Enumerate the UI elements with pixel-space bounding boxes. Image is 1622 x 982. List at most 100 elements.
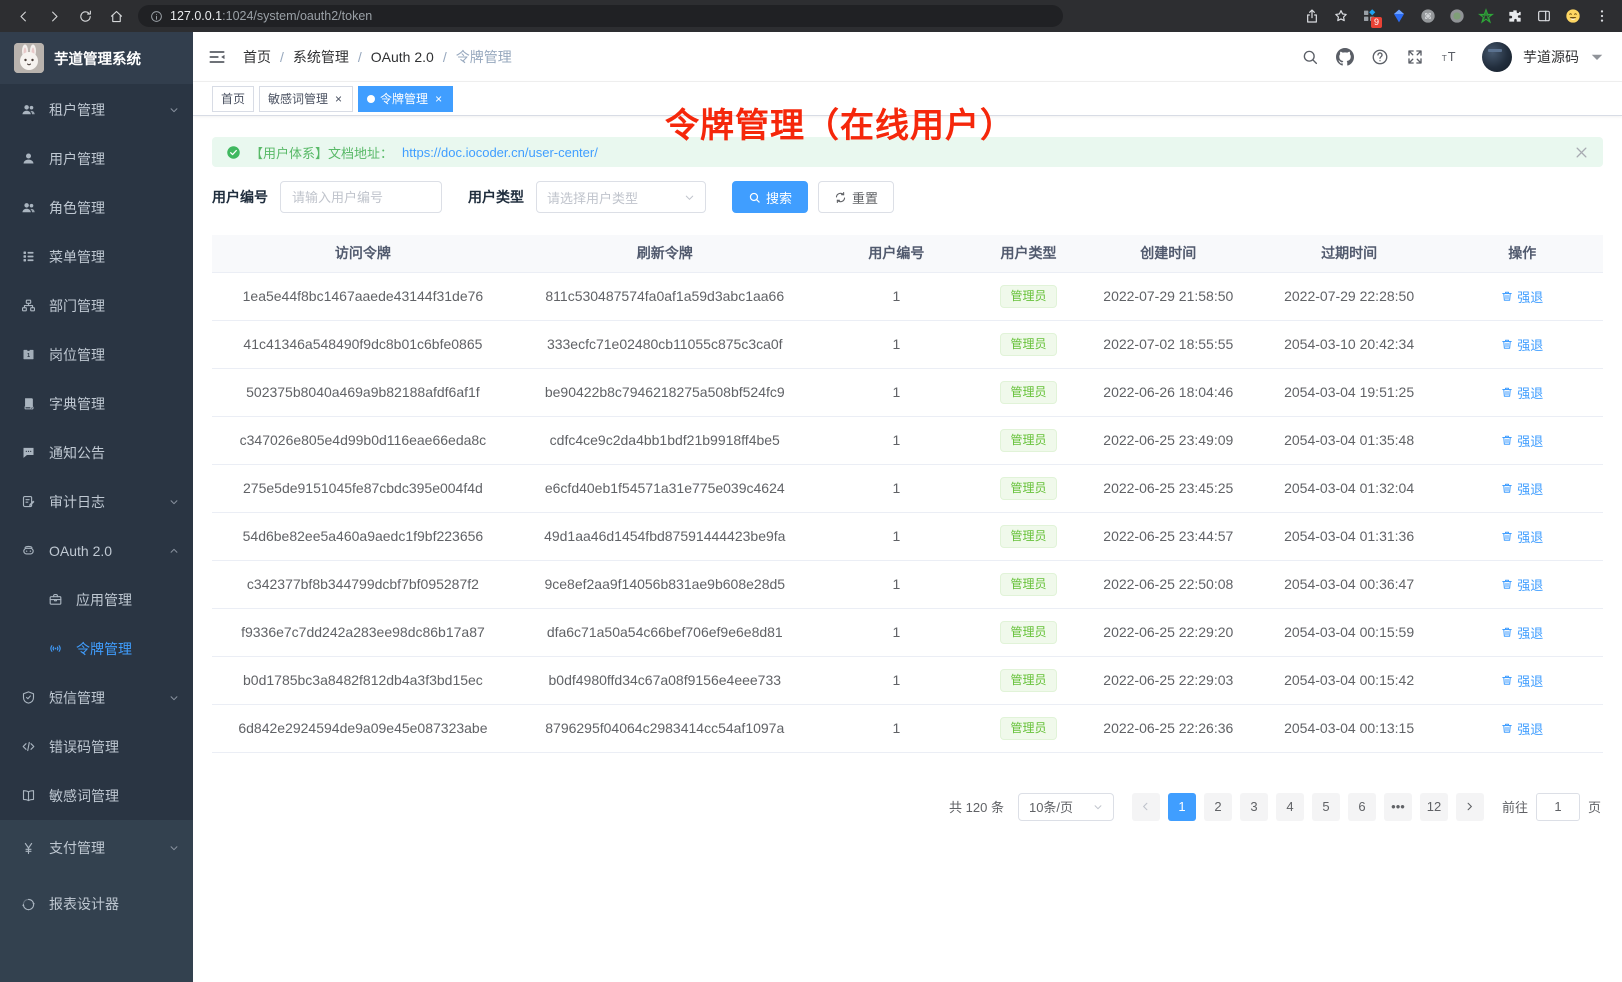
page-button-3[interactable]: 3 xyxy=(1240,793,1268,821)
star-green-icon[interactable] xyxy=(1478,8,1494,24)
goto-page-input[interactable] xyxy=(1536,793,1580,821)
reset-button[interactable]: 重置 xyxy=(818,181,894,213)
record-circle-icon[interactable] xyxy=(1449,8,1465,24)
page-button-5[interactable]: 5 xyxy=(1312,793,1340,821)
search-icon[interactable] xyxy=(1301,48,1319,66)
menu-dots-icon[interactable] xyxy=(1594,8,1610,24)
back-icon[interactable] xyxy=(16,9,31,24)
address-bar[interactable]: 127.0.0.1:1024/system/oauth2/token xyxy=(138,5,1063,27)
sidebar-item-label: 审计日志 xyxy=(49,492,156,512)
user-avatar[interactable] xyxy=(1482,42,1512,72)
robot-icon xyxy=(21,543,36,558)
browser-toolbar-icons: 9⌘ xyxy=(1304,8,1612,24)
extensions-button[interactable]: 9 xyxy=(1362,8,1378,24)
reload-icon[interactable] xyxy=(78,9,93,24)
page-size-select[interactable]: 10条/页 xyxy=(1018,793,1114,821)
tab-首页[interactable]: 首页 xyxy=(212,86,254,112)
action-cell: 强退 xyxy=(1442,416,1603,464)
fullscreen-icon[interactable] xyxy=(1406,48,1424,66)
split-view-icon[interactable] xyxy=(1536,8,1552,24)
chevron-down-icon xyxy=(169,693,179,703)
help-icon[interactable] xyxy=(1371,48,1389,66)
sidebar-item-dict[interactable]: 字典管理 xyxy=(0,379,193,428)
alert-banner: 【用户体系】文档地址： https://doc.iocoder.cn/user-… xyxy=(212,137,1603,167)
page-button-...[interactable]: ••• xyxy=(1384,793,1412,821)
sidebar-item-tenant[interactable]: 租户管理 xyxy=(0,85,193,134)
pagination: 共 120 条 10条/页 123456•••12 前往 页 xyxy=(214,793,1601,821)
breadcrumb-item[interactable]: 首页 xyxy=(243,47,271,67)
sidebar-item-menu[interactable]: 菜单管理 xyxy=(0,232,193,281)
sidebar-item-audit-log[interactable]: 审计日志 xyxy=(0,477,193,526)
sidebar-item-oauth2-app[interactable]: 应用管理 xyxy=(0,575,193,624)
sidebar-item-notice[interactable]: 通知公告 xyxy=(0,428,193,477)
access-token-cell: c342377bf8b344799dcbf7bf095287f2 xyxy=(212,560,514,608)
username[interactable]: 芋道源码 xyxy=(1523,47,1579,67)
force-logout-button[interactable]: 强退 xyxy=(1501,287,1543,306)
alert-text: 【用户体系】文档地址： xyxy=(250,143,393,162)
share-icon[interactable] xyxy=(1304,8,1320,24)
bookmark-star-icon[interactable] xyxy=(1333,8,1349,24)
tab-close-icon[interactable]: × xyxy=(433,92,444,106)
sidebar-item-oauth2-token[interactable]: 令牌管理 xyxy=(0,624,193,673)
user-id-input[interactable] xyxy=(280,181,442,213)
create-time-cell: 2022-07-29 21:58:50 xyxy=(1080,272,1257,320)
page-button-2[interactable]: 2 xyxy=(1204,793,1232,821)
page-button-4[interactable]: 4 xyxy=(1276,793,1304,821)
tab-close-icon[interactable]: × xyxy=(333,92,344,106)
force-logout-button[interactable]: 强退 xyxy=(1501,671,1543,690)
force-logout-button[interactable]: 强退 xyxy=(1501,575,1543,594)
page-button-6[interactable]: 6 xyxy=(1348,793,1376,821)
breadcrumb-item[interactable]: 系统管理 xyxy=(293,47,349,67)
force-logout-button[interactable]: 强退 xyxy=(1501,431,1543,450)
user-type-tag: 管理员 xyxy=(1000,333,1056,356)
sidebar-toggle-icon[interactable] xyxy=(207,47,227,67)
force-logout-label: 强退 xyxy=(1517,335,1543,354)
sidebar-item-role[interactable]: 角色管理 xyxy=(0,183,193,232)
sidebar-item-user[interactable]: 用户管理 xyxy=(0,134,193,183)
sidebar-item-pay[interactable]: 支付管理 xyxy=(0,820,193,876)
force-logout-button[interactable]: 强退 xyxy=(1501,383,1543,402)
prev-page-button[interactable] xyxy=(1132,793,1160,821)
create-time-cell: 2022-06-26 18:04:46 xyxy=(1080,368,1257,416)
page-button-12[interactable]: 12 xyxy=(1420,793,1448,821)
breadcrumb-item[interactable]: OAuth 2.0 xyxy=(371,49,434,65)
forward-icon[interactable] xyxy=(47,9,62,24)
emoji-avatar-icon[interactable] xyxy=(1565,8,1581,24)
sidebar-item-sms[interactable]: 短信管理 xyxy=(0,673,193,722)
search-button[interactable]: 搜索 xyxy=(732,181,808,213)
tab-令牌管理[interactable]: 令牌管理× xyxy=(358,86,453,112)
magnifier-icon xyxy=(748,191,761,204)
user-type-select[interactable]: 请选择用户类型 xyxy=(536,181,706,213)
chevron-left-icon xyxy=(1140,801,1151,812)
page-button-1[interactable]: 1 xyxy=(1168,793,1196,821)
force-logout-button[interactable]: 强退 xyxy=(1501,479,1543,498)
font-size-icon[interactable]: TT xyxy=(1441,48,1459,66)
site-info-icon[interactable] xyxy=(150,10,163,23)
sidebar-item-dept[interactable]: 部门管理 xyxy=(0,281,193,330)
home-icon[interactable] xyxy=(109,9,124,24)
sidebar-item-sensitive-word[interactable]: 敏感词管理 xyxy=(0,771,193,820)
sidebar-item-report-designer[interactable]: 报表设计器 xyxy=(0,876,193,932)
alert-doc-link[interactable]: https://doc.iocoder.cn/user-center/ xyxy=(402,145,598,160)
force-logout-button[interactable]: 强退 xyxy=(1501,719,1543,738)
gem-icon[interactable] xyxy=(1391,8,1407,24)
sidebar-item-error-code[interactable]: 错误码管理 xyxy=(0,722,193,771)
force-logout-button[interactable]: 强退 xyxy=(1501,623,1543,642)
command-circle-icon[interactable]: ⌘ xyxy=(1420,8,1436,24)
close-icon[interactable] xyxy=(1574,145,1589,160)
sidebar-item-label: 菜单管理 xyxy=(49,247,179,267)
app-logo[interactable]: 芋道管理系统 xyxy=(0,32,193,84)
force-logout-button[interactable]: 强退 xyxy=(1501,527,1543,546)
github-icon[interactable] xyxy=(1336,48,1354,66)
next-page-button[interactable] xyxy=(1456,793,1484,821)
caret-down-icon[interactable] xyxy=(1588,48,1606,66)
refresh-token-cell: 811c530487574fa0af1a59d3abc1aa66 xyxy=(514,272,816,320)
puzzle-icon[interactable] xyxy=(1507,8,1523,24)
force-logout-button[interactable]: 强退 xyxy=(1501,335,1543,354)
sidebar-item-post[interactable]: 1岗位管理 xyxy=(0,330,193,379)
sidebar-item-label: 支付管理 xyxy=(49,838,156,858)
sidebar-item-oauth2[interactable]: OAuth 2.0 xyxy=(0,526,193,575)
tab-敏感词管理[interactable]: 敏感词管理× xyxy=(259,86,353,112)
user-type-cell: 管理员 xyxy=(977,608,1080,656)
expire-time-cell: 2054-03-04 01:32:04 xyxy=(1257,464,1442,512)
